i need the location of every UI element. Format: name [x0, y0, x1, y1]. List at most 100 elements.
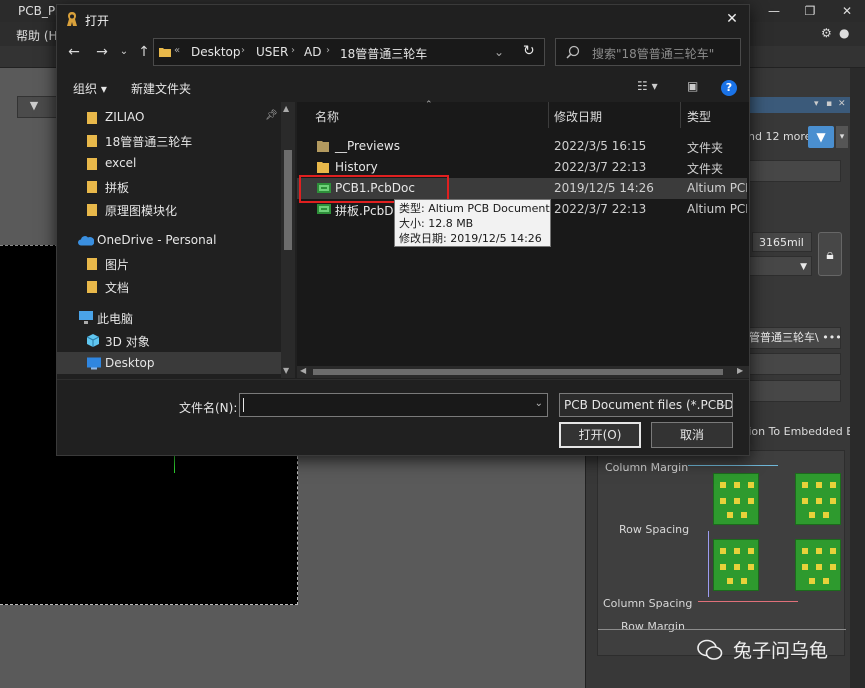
filename-dropdown-icon[interactable]: ⌄ [535, 398, 543, 409]
dialog-titlebar: 打开 ✕ [57, 5, 749, 33]
lock-icon[interactable]: 🔒︎ [818, 232, 842, 276]
navigation-pane: ZILIAO 📌︎ 18管普通三轮车 excel 拼板 原理图模块化 OneDr… [57, 102, 295, 378]
scroll-right-icon[interactable]: ▶ [737, 366, 743, 375]
dialog-close-button[interactable]: ✕ [721, 9, 743, 29]
column-header-date[interactable]: 修改日期 [554, 108, 602, 125]
minimize-icon[interactable]: — [757, 0, 791, 22]
column-divider[interactable] [680, 102, 681, 128]
nav-label: 此电脑 [97, 312, 134, 326]
chevron-right-icon[interactable]: › [291, 45, 295, 56]
app-title: PCB_Pr [18, 4, 60, 18]
nav-item-onedrive[interactable]: OneDrive - Personal [57, 229, 281, 251]
column-header-name[interactable]: 名称 [315, 108, 339, 125]
folder-icon [87, 158, 97, 170]
panel-field-1[interactable] [745, 160, 841, 182]
panel-close-icon[interactable]: ✕ [838, 99, 846, 109]
file-row[interactable]: __Previews 2022/3/5 16:15 文件夹 [297, 136, 747, 157]
folder-icon [159, 48, 171, 57]
folder-icon [317, 162, 329, 173]
panel-filter-dropdown[interactable]: ▾ [836, 126, 848, 148]
panel-size-field[interactable]: 3165mil [752, 232, 812, 252]
nav-item-videos[interactable]: 视频 [57, 374, 281, 378]
nav-item-pictures[interactable]: 图片 [57, 252, 281, 274]
new-folder-button[interactable]: 新建文件夹 [131, 80, 191, 97]
nav-item-ziliao[interactable]: ZILIAO 📌︎ [57, 106, 281, 128]
restore-icon[interactable]: ❐ [793, 0, 827, 22]
refresh-icon[interactable]: ↻ [523, 43, 535, 59]
panel-menu-icon[interactable]: ▾ [814, 99, 819, 109]
nav-item-project[interactable]: 18管普通三轮车 [57, 129, 281, 151]
nav-label: 文档 [105, 281, 130, 295]
address-dropdown-icon[interactable]: ⌄ [494, 45, 504, 59]
row-spacing-line [708, 531, 709, 597]
up-arrow-icon[interactable]: ↑ [135, 43, 153, 61]
open-button[interactable]: 打开(O) [559, 422, 641, 448]
wechat-icon [697, 639, 723, 660]
panel-path-field[interactable]: 管普通三轮车\ ••• [745, 327, 841, 349]
panel-field-2[interactable] [745, 353, 841, 375]
cancel-button[interactable]: 取消 [651, 422, 733, 448]
nav-item-excel[interactable]: excel [57, 152, 281, 174]
pcb-tile [795, 473, 841, 525]
open-file-dialog: 打开 ✕ ← → ⌄ ↑ « Desktop › USER › AD › 18管… [56, 4, 750, 456]
forward-arrow-icon[interactable]: → [93, 43, 111, 61]
nav-label: ZILIAO [105, 110, 145, 124]
column-spacing-line [698, 601, 798, 602]
board-trace [174, 455, 175, 473]
address-bar[interactable]: « Desktop › USER › AD › 18管普通三轮车 ⌄ ↻ [153, 38, 545, 66]
panel-filter-button[interactable]: ▼ [808, 126, 834, 148]
canvas-filter-icon[interactable]: ▼ [23, 99, 45, 115]
desktop-icon [87, 357, 101, 370]
panel-more-text: nd 12 more) [748, 130, 816, 143]
navigation-bar: ← → ⌄ ↑ « Desktop › USER › AD › 18管普通三轮车… [57, 35, 749, 69]
breadcrumb-overflow-icon[interactable]: « [174, 45, 180, 56]
nav-label: 3D 对象 [105, 335, 150, 349]
user-icon[interactable]: ● [839, 26, 849, 40]
folder-icon [87, 112, 97, 124]
nav-item-desktop[interactable]: Desktop [57, 352, 281, 374]
nav-scroll-thumb[interactable] [284, 150, 292, 250]
file-date: 2022/3/7 22:13 [554, 202, 647, 216]
back-arrow-icon[interactable]: ← [65, 43, 83, 61]
nav-item-pinban[interactable]: 拼板 [57, 175, 281, 197]
folder-icon [87, 204, 97, 216]
breadcrumb-ad[interactable]: AD [304, 45, 321, 59]
folder-icon [87, 181, 97, 193]
breadcrumb-desktop[interactable]: Desktop [191, 45, 241, 59]
scroll-down-icon[interactable]: ▼ [283, 366, 289, 375]
help-icon[interactable]: ? [721, 80, 737, 96]
search-input[interactable]: 搜索"18管普通三轮车" [555, 38, 741, 66]
settings-icon[interactable]: ⚙ [821, 26, 832, 40]
nav-item-3d-objects[interactable]: 3D 对象 [57, 329, 281, 351]
nav-item-documents[interactable]: 文档 [57, 275, 281, 297]
organize-button[interactable]: 组织 ▾ [73, 80, 107, 97]
preview-pane-icon[interactable]: ▣ [687, 79, 698, 93]
nav-scrollbar[interactable]: ▲ ▼ [281, 102, 295, 378]
file-list-hscrollbar[interactable]: ◀ ▶ [297, 366, 749, 378]
scroll-left-icon[interactable]: ◀ [300, 366, 306, 375]
column-header-type[interactable]: 类型 [687, 108, 711, 125]
breadcrumb-user[interactable]: USER [256, 45, 288, 59]
view-options-icon[interactable]: ☷ ▾ [637, 79, 658, 93]
filetype-select[interactable]: PCB Document files (*.PCBDoc) ⌄ [559, 393, 733, 417]
nav-label: OneDrive - Personal [97, 233, 217, 247]
file-list-scroll-thumb[interactable] [313, 369, 723, 375]
chevron-right-icon[interactable]: › [326, 45, 330, 56]
column-divider[interactable] [548, 102, 549, 128]
nav-label: 18管普通三轮车 [105, 135, 193, 149]
panel-field-3[interactable] [745, 380, 841, 402]
chevron-right-icon[interactable]: › [241, 45, 245, 56]
nav-item-schematic[interactable]: 原理图模块化 [57, 198, 281, 220]
pcb-tile [713, 473, 759, 525]
breadcrumb-project[interactable]: 18管普通三轮车 [340, 45, 427, 62]
recent-dropdown-icon[interactable]: ⌄ [115, 43, 133, 61]
filename-input[interactable]: ⌄ [239, 393, 548, 417]
altium-logo-icon [67, 12, 77, 26]
app-close-icon[interactable]: ✕ [830, 0, 864, 22]
scroll-up-icon[interactable]: ▲ [283, 104, 289, 113]
pin-icon[interactable]: 📌︎ [265, 110, 278, 121]
nav-item-this-pc[interactable]: 此电脑 [57, 306, 281, 328]
panel-pin-icon[interactable]: ▪ [826, 99, 832, 109]
panel-dropdown[interactable]: ▼ [748, 256, 812, 276]
pcb-tile [713, 539, 759, 591]
